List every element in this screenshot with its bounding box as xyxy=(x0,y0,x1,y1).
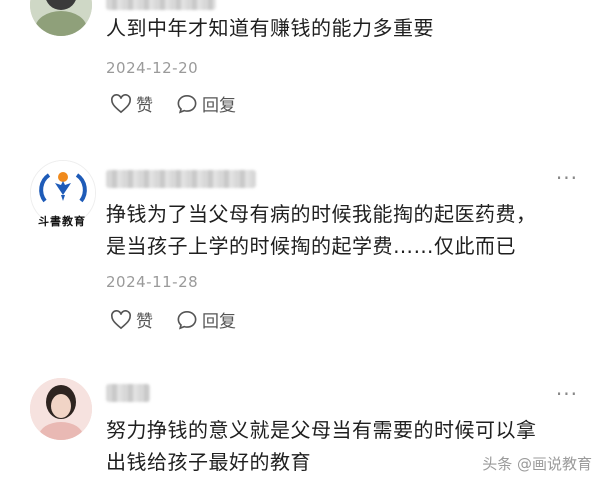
more-options-button[interactable]: ··· xyxy=(556,166,578,190)
user-photo-icon xyxy=(30,378,92,440)
comment-bubble-icon xyxy=(177,310,197,330)
like-label: 赞 xyxy=(136,312,153,332)
reply-label: 回复 xyxy=(202,96,236,116)
avatar[interactable] xyxy=(30,378,92,440)
user-photo-icon xyxy=(30,0,92,36)
reply-button[interactable]: 回复 xyxy=(176,307,236,332)
comment-text-line-2: 是当孩子上学的时候掏的起学费……仅此而已 xyxy=(106,234,516,258)
comment-date: 2024-11-28 xyxy=(106,273,199,291)
comment-date: 2024-12-20 xyxy=(106,59,199,77)
username[interactable] xyxy=(106,0,216,10)
heart-icon xyxy=(111,309,131,329)
like-button[interactable]: 赞 xyxy=(110,91,153,116)
more-options-button[interactable]: ··· xyxy=(556,382,578,406)
avatar[interactable] xyxy=(30,0,92,36)
username[interactable] xyxy=(106,384,150,402)
reply-button[interactable]: 回复 xyxy=(176,91,236,116)
comment-text-line-1: 努力挣钱的意义就是父母当有需要的时候可以拿 xyxy=(106,418,537,442)
avatar-caption: 斗書教育 xyxy=(38,215,86,228)
heart-icon xyxy=(111,93,131,113)
comment-text-line-2: 出钱给孩子最好的教育 xyxy=(106,450,311,474)
comment-text: 人到中年才知道有赚钱的能力多重要 xyxy=(106,16,434,40)
username[interactable] xyxy=(106,170,256,188)
watermark: 头条 @画说教育 xyxy=(482,455,592,473)
like-button[interactable]: 赞 xyxy=(110,307,153,332)
comment-bubble-icon xyxy=(177,94,197,114)
like-label: 赞 xyxy=(136,96,153,116)
comment-text-line-1: 挣钱为了当父母有病的时候我能掏的起医药费， xyxy=(106,202,537,226)
reply-label: 回复 xyxy=(202,312,236,332)
